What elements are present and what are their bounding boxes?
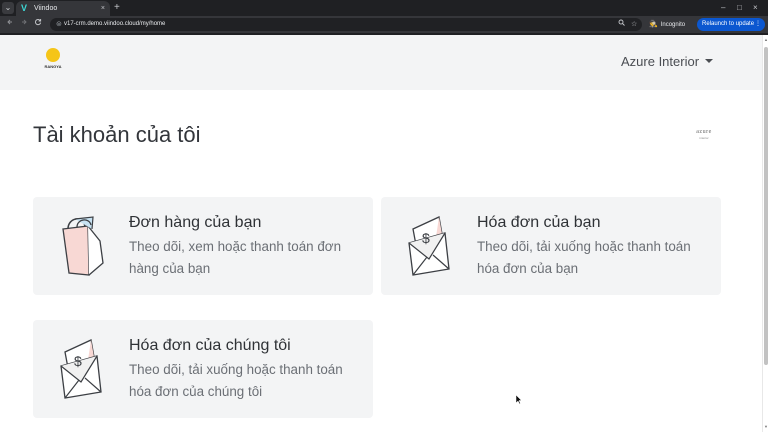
address-bar[interactable]: ⊜ v17-crm.demo.viindoo.cloud/my/home ☆ [50,18,642,31]
card-description: Theo dõi, tải xuống hoặc thanh toán hóa … [129,362,343,399]
tab-search-icon[interactable]: ⌄ [2,2,14,14]
new-tab-button[interactable]: + [114,1,120,15]
card-title[interactable]: Hóa đơn của chúng tôi [129,336,291,356]
tab-title: Viindoo [34,5,58,12]
card-description: Theo dõi, tải xuống hoặc thanh toán hóa … [477,239,691,276]
page-title: Tài khoản của tôi [33,122,201,147]
company-brand-logo: azure interior [693,129,715,141]
orders-card[interactable]: Đơn hàng của bạn Theo dõi, xem hoặc than… [33,197,373,295]
url-text[interactable]: v17-crm.demo.viindoo.cloud/my/home [64,19,165,30]
account-menu-dropdown[interactable]: Azure Interior [621,53,714,71]
maximize-button[interactable]: □ [737,1,742,15]
bookmark-star-icon[interactable]: ☆ [631,19,637,30]
relaunch-to-update-button[interactable]: Relaunch to update ⋮ [697,18,765,31]
tab-close-icon[interactable]: × [101,3,105,14]
card-title[interactable]: Hóa đơn của bạn [477,213,600,233]
shopping-bag-icon [62,216,104,276]
scroll-down-icon[interactable]: ▼ [763,424,768,430]
chrome-menu-icon[interactable]: ⋮ [755,18,761,31]
viindoo-favicon-icon: V [21,3,28,13]
card-title[interactable]: Đơn hàng của bạn [129,213,261,233]
browser-tab-bar: ⌄ V Viindoo × + – □ × [0,0,768,16]
magnifier-icon [618,19,625,26]
arrow-left-icon [7,19,12,25]
scroll-thumb[interactable] [764,47,768,365]
card-description: Theo dõi, xem hoặc thanh toán đơn hàng c… [129,239,342,276]
mouse-cursor-icon [516,395,522,404]
reload-icon [34,18,42,26]
incognito-label: Incognito [660,22,686,28]
minimize-button[interactable]: – [721,1,725,15]
reload-button[interactable] [32,18,44,30]
incognito-indicator[interactable]: 🕵 Incognito [649,18,685,31]
site-info-icon[interactable]: ⊜ [56,19,62,30]
relaunch-label: Relaunch to update [702,21,755,27]
brand-mini-sub: interior [699,136,709,140]
caret-down-icon [705,59,714,63]
invoice-envelope-icon: $ [408,216,450,276]
invoice-envelope-icon: $ [60,339,102,399]
brand-mini-main: azure [696,129,712,135]
incognito-icon: 🕵 [649,21,658,28]
zoom-icon[interactable] [618,19,625,30]
arrow-right-icon [22,19,27,25]
site-header: RANGYA Azure Interior [0,35,762,90]
browser-toolbar: ⊜ v17-crm.demo.viindoo.cloud/my/home ☆ 🕵… [0,16,768,33]
page-scrollbar[interactable]: ▲ ▼ [762,35,768,432]
logo-text: RANGYA [44,64,62,69]
svg-text:$: $ [422,230,430,246]
account-name: Azure Interior [621,54,700,69]
scroll-up-icon[interactable]: ▲ [763,37,768,43]
forward-button[interactable] [18,18,30,30]
company-logo[interactable]: RANGYA [42,48,64,74]
svg-text:$: $ [74,353,82,369]
back-button[interactable] [4,18,16,30]
our-invoices-card[interactable]: $ Hóa đơn của chúng tôi Theo dõi, tải xu… [33,320,373,418]
invoices-card[interactable]: $ Hóa đơn của bạn Theo dõi, tải xuống ho… [381,197,721,295]
close-window-button[interactable]: × [753,1,758,15]
browser-tab[interactable]: V Viindoo × [16,1,110,16]
logo-mark-icon [46,48,60,62]
